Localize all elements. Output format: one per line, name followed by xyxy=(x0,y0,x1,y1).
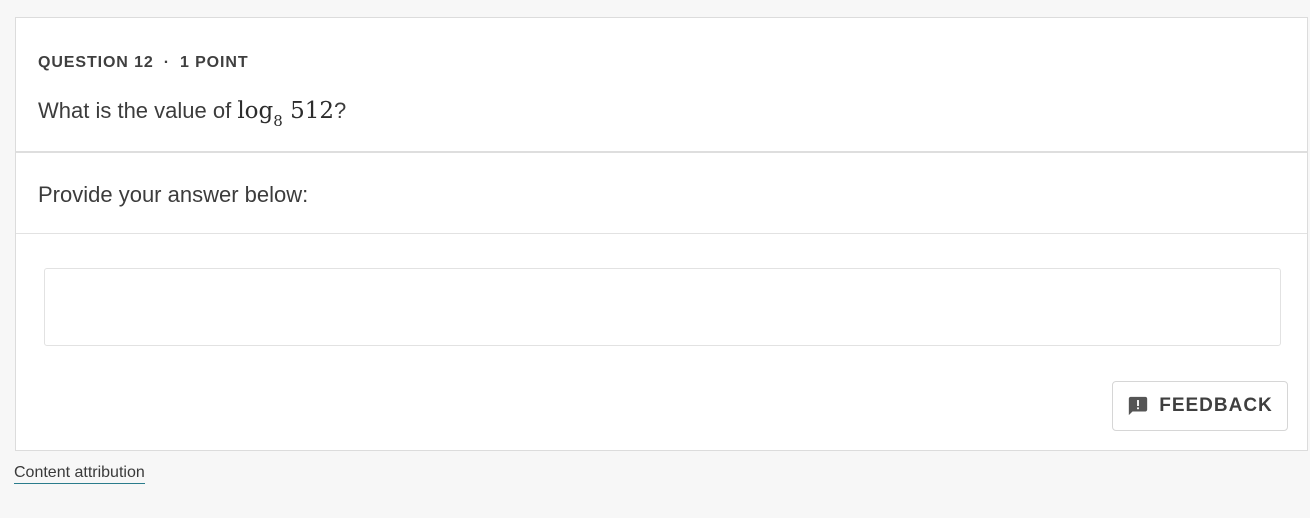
feedback-label: FEEDBACK xyxy=(1159,395,1273,416)
answer-prompt: Provide your answer below: xyxy=(38,182,309,207)
question-card: QUESTION 12 · 1 POINT What is the value of… xyxy=(15,17,1308,451)
answer-prompt-row: Provide your answer below: xyxy=(16,152,1307,234)
feedback-button[interactable]: FEEDBACK xyxy=(1112,381,1288,431)
question-header: QUESTION 12 · 1 POINT What is the value of… xyxy=(16,18,1307,153)
question-text-suffix: ? xyxy=(334,98,347,123)
meta-separator: · xyxy=(163,54,170,71)
question-text-prefix: What is the value of xyxy=(38,98,238,123)
math-function: log xyxy=(237,98,274,124)
math-expression: log8 512 xyxy=(237,98,335,130)
question-number: QUESTION 12 xyxy=(38,54,154,71)
math-base: 8 xyxy=(273,111,283,130)
feedback-comment-exclamation-icon xyxy=(1127,395,1149,417)
question-points: 1 POINT xyxy=(179,54,249,71)
question-meta: QUESTION 12 · 1 POINT xyxy=(38,54,249,72)
question-text: What is the value of log8 512? xyxy=(38,98,347,130)
content-attribution-link[interactable]: Content attribution xyxy=(14,464,145,484)
math-argument: 512 xyxy=(290,98,335,124)
answer-input[interactable] xyxy=(44,268,1281,346)
